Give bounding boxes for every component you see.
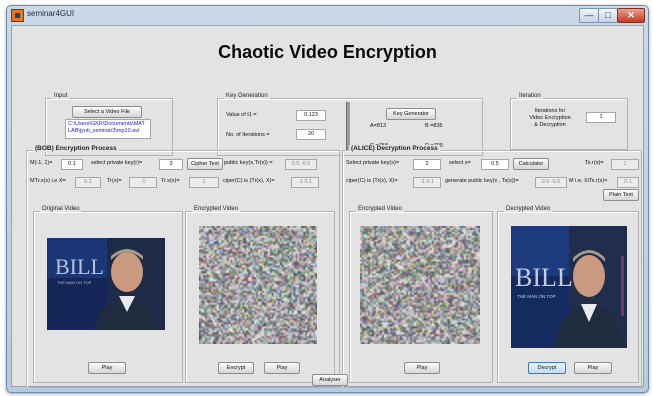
mtr-label: MTr.s(x) i.e X= [30,178,66,184]
alice-private-key-label: Select private key(s)= [346,160,400,166]
decrypted-video-label: Decrypted Video [504,206,553,212]
alice-ciper-field: -1 0.1 [413,177,441,188]
alice-play-decrypted-button[interactable]: Play [574,362,612,374]
trx-field: -1 [129,177,157,188]
decrypt-button[interactable]: Decrypt [528,362,566,374]
t1-label: Value of t1 = [226,112,257,118]
bob-encrypted-video-frame [199,226,317,344]
alice-encrypted-video-panel: Encrypted Video Play [349,206,493,383]
original-video-caption: BILL [55,254,104,279]
key-b: B =835 [425,123,443,129]
bob-private-key-label: select private key(r)= [91,160,143,166]
cipher-text-button[interactable]: Cipher Text [187,158,223,170]
original-video-panel: Original Video BILL THE MAN ON TOP Play [33,206,183,383]
trsx-field: 1 [189,177,219,188]
file-path-display: C:\Users\GKR\Documents\MAT LAB\jyoti_sem… [65,119,151,139]
iterations-label: No. of Iterations = [226,132,270,138]
tsx-field: 1 [611,159,639,170]
bob-encryption-panel: (BOB) Encryption Process M(-1, 1)= 0.1 s… [26,145,340,388]
file-path-line-1: C:\Users\GKR\Documents\MAT [68,121,145,127]
alice-panel-label: (ALICE) Decryption Process [349,145,440,152]
bob-public-key-field: 0.5 -0.5 [285,159,317,170]
keygen-panel-label: Key Generation [224,93,270,99]
t1-field[interactable]: 0.123 [296,110,326,121]
decrypted-video-panel: Decrypted Video BILL THE MAN ON TOP Decr… [497,206,639,383]
original-video-subcaption: THE MAN ON TOP [57,280,92,285]
trx-label: Tr(x)= [107,178,122,184]
alice-ciper-label: ciper(C) is (Tr(x), X)= [346,178,398,184]
bob-encrypted-video-label: Encrypted Video [192,206,240,212]
select-x-field[interactable]: 0.5 [481,159,509,170]
figure-client-area: Chaotic Video Encryption Input Select a … [11,25,644,388]
alice-encrypted-video-label: Encrypted Video [356,206,404,212]
original-video-frame: BILL THE MAN ON TOP [47,238,165,330]
key-generator-button[interactable]: Key Generator [386,108,436,120]
close-button[interactable]: ✕ [617,8,645,23]
bob-ciper-label: ciper(C) is (Tr(x), X)= [223,178,275,184]
decrypted-video-caption: BILL [515,263,573,292]
m-label: M(-1, 1)= [30,160,53,166]
bob-ciper-field: -1 0.1 [291,177,319,188]
iteration-line-3: & Decryption [534,122,566,128]
maximize-button[interactable]: □ [598,8,618,23]
generate-public-key-field: 0.5 -0.5 [535,177,567,188]
select-x-label: select x= [449,160,471,166]
select-video-button[interactable]: Select a Video File [72,106,142,118]
decrypted-video-image: BILL THE MAN ON TOP [511,226,627,348]
bob-play-encrypted-button[interactable]: Play [264,362,300,374]
alice-decryption-panel: (ALICE) Decryption Process Select privat… [342,145,642,388]
calculator-button[interactable]: Calculator [513,158,549,170]
file-path-line-2: LAB\jyoti_seminar3\mp10.avi [68,127,140,134]
bob-encrypted-video-panel: Encrypted Video Encrypt Play [185,206,335,383]
original-video-label: Original Video [40,206,82,212]
alice-encrypted-video-frame [360,226,480,344]
alice-encrypted-noise [360,226,480,344]
analyser-button[interactable]: Analyser [312,374,348,386]
bob-public-key-label: public key(x,Tr(x)) = [224,160,273,166]
generate-public-key-label: generate public key(x , Ts(x))= [445,178,519,184]
tsx-label: Ts.r(x)= [585,160,604,166]
plain-text-button[interactable]: Plain Text [603,189,639,201]
iteration-description: Iterations for Video Encryption & Decryp… [521,108,579,129]
key-a: A=813 [370,123,387,129]
m-field[interactable]: 0.1 [61,159,83,170]
page-title: Chaotic Video Encryption [218,42,437,62]
encrypt-button[interactable]: Encrypt [218,362,254,374]
bob-private-key-field[interactable]: 3 [159,159,183,170]
decrypted-video-frame: BILL THE MAN ON TOP [511,226,627,348]
minimize-button[interactable]: — [579,8,599,23]
iteration-line-2: Video Encryption [529,115,571,121]
trsx-label: Tr.s(x)= [161,178,180,184]
alice-private-key-field[interactable]: 2 [413,159,441,170]
mi-label: M i.e, XiTs.r(x)= [569,178,608,184]
alice-play-encrypted-button[interactable]: Play [404,362,440,374]
panel-divider [346,102,350,150]
bob-encrypted-noise [199,226,317,344]
iteration-line-1: Iterations for [534,108,566,114]
iteration-count-field[interactable]: 1 [586,112,616,123]
iteration-panel-label: Iteration [517,93,543,99]
window-title: seminar4GUI [27,9,75,18]
original-video-image: BILL THE MAN ON TOP [47,238,165,330]
input-panel-label: Input [52,93,70,99]
app-window: seminar4GUI — □ ✕ Chaotic Video Encrypti… [6,5,649,393]
decrypted-video-subcaption: THE MAN ON TOP [517,294,556,299]
iteration-panel: Iteration Iterations for Video Encryptio… [510,93,628,150]
title-bar: seminar4GUI — □ ✕ [7,6,648,24]
mi-field: 0.1 [617,177,639,188]
bob-play-original-button[interactable]: Play [88,362,126,374]
bob-panel-label: (BOB) Encryption Process [33,145,119,152]
matlab-icon [11,9,24,22]
mtr-field: 0.1 [75,177,101,188]
iterations-field[interactable]: 20 [296,129,326,140]
